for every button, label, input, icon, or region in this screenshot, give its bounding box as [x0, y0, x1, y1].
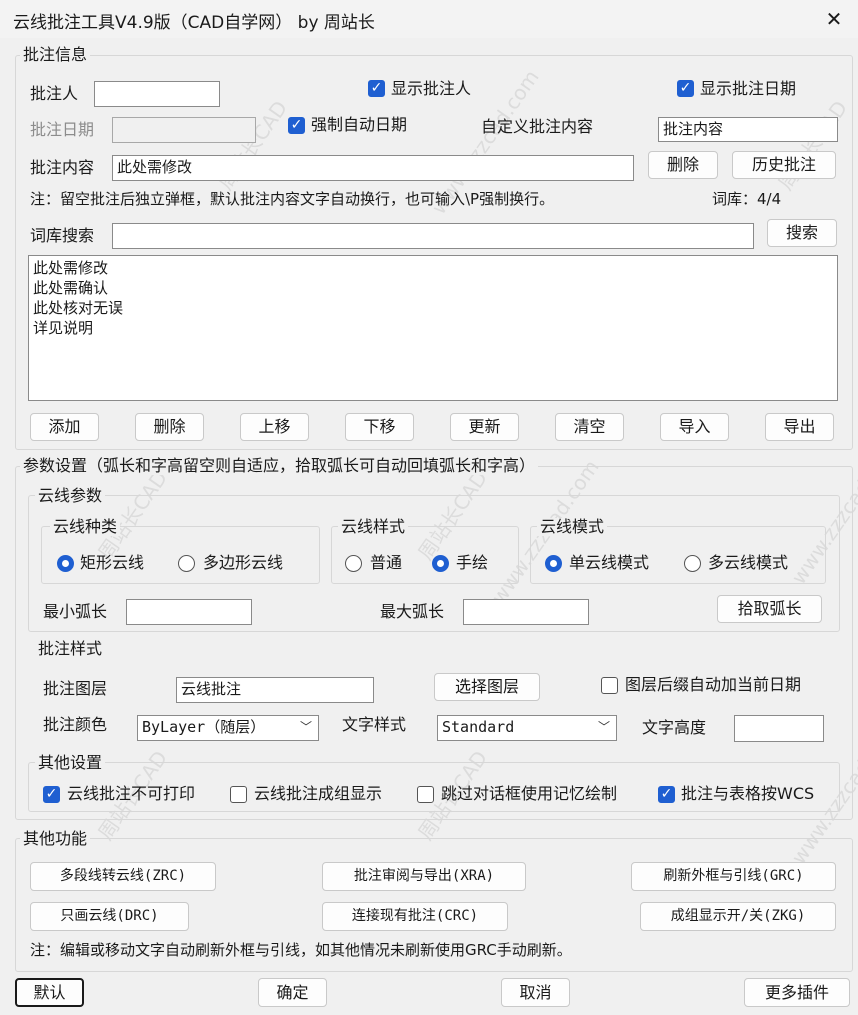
- drc-button[interactable]: 只画云线(DRC): [30, 902, 189, 931]
- search-button[interactable]: 搜索: [767, 219, 837, 247]
- person-label: 批注人: [30, 84, 79, 103]
- clear-button[interactable]: 清空: [555, 413, 624, 441]
- export-button[interactable]: 导出: [765, 413, 834, 441]
- cancel-button[interactable]: 取消: [501, 978, 570, 1007]
- custom-content-label: 自定义批注内容: [481, 117, 594, 136]
- date-input: [112, 117, 256, 143]
- annot-style-label: 批注样式: [35, 640, 106, 658]
- default-button[interactable]: 默认: [15, 978, 84, 1007]
- phrase-listbox[interactable]: 此处需修改 此处需确认 此处核对无误 详见说明: [28, 255, 838, 401]
- move-down-button[interactable]: 下移: [345, 413, 414, 441]
- cloud-params-label: 云线参数: [35, 487, 106, 505]
- group-display-label: 云线批注成组显示: [254, 784, 383, 803]
- show-date-label: 显示批注日期: [700, 79, 797, 98]
- color-select-value: ByLayer（随层）: [142, 718, 266, 736]
- update-button[interactable]: 更新: [450, 413, 519, 441]
- skip-dialog-checkbox[interactable]: [417, 786, 434, 803]
- functions-label: 其他功能: [20, 830, 91, 848]
- content-input[interactable]: 此处需修改: [112, 155, 634, 181]
- polygon-cloud-radio[interactable]: [178, 555, 195, 572]
- color-label: 批注颜色: [43, 715, 108, 734]
- ok-button[interactable]: 确定: [258, 978, 327, 1007]
- min-arc-label: 最小弧长: [43, 602, 108, 621]
- annot-note: 注：留空批注后独立弹框，默认批注内容文字自动换行，也可输入\P强制换行。: [30, 190, 555, 208]
- single-mode-radio[interactable]: [545, 555, 562, 572]
- max-arc-label: 最大弧长: [380, 602, 445, 621]
- custom-content-input[interactable]: 批注内容: [658, 117, 838, 142]
- normal-style-label: 普通: [370, 553, 403, 572]
- skip-dialog-label: 跳过对话框使用记忆绘制: [441, 784, 618, 803]
- single-mode-label: 单云线模式: [569, 553, 650, 572]
- other-settings-label: 其他设置: [35, 754, 106, 772]
- layer-date-checkbox[interactable]: [601, 677, 618, 694]
- force-auto-date-label: 强制自动日期: [311, 115, 408, 134]
- wcs-checkbox[interactable]: [658, 786, 675, 803]
- list-item[interactable]: 此处需修改: [33, 258, 833, 278]
- grc-button[interactable]: 刷新外框与引线(GRC): [631, 862, 836, 891]
- window-title: 云线批注工具V4.9版（CAD自学网） by 周站长: [13, 13, 375, 33]
- crc-button[interactable]: 连接现有批注(CRC): [322, 902, 508, 931]
- multi-mode-radio[interactable]: [684, 555, 701, 572]
- params-label: 参数设置（弧长和字高留空则自适应，拾取弧长可自动回填弧长和字高）: [20, 457, 539, 475]
- multi-mode-label: 多云线模式: [708, 553, 789, 572]
- text-style-label: 文字样式: [342, 715, 407, 734]
- show-person-checkbox[interactable]: [368, 80, 385, 97]
- library-count: 词库：4/4: [712, 190, 782, 208]
- show-person-label: 显示批注人: [391, 79, 472, 98]
- no-print-checkbox[interactable]: [43, 786, 60, 803]
- add-button[interactable]: 添加: [30, 413, 99, 441]
- person-input[interactable]: [94, 81, 220, 107]
- list-item[interactable]: 此处核对无误: [33, 298, 833, 318]
- date-label: 批注日期: [30, 120, 95, 139]
- delete-content-button[interactable]: 删除: [648, 151, 718, 179]
- select-layer-button[interactable]: 选择图层: [434, 673, 540, 701]
- layer-input[interactable]: 云线批注: [176, 677, 374, 703]
- no-print-label: 云线批注不可打印: [67, 784, 196, 803]
- text-height-input[interactable]: [734, 715, 824, 742]
- zkg-button[interactable]: 成组显示开/关(ZKG): [640, 902, 836, 931]
- rect-cloud-radio[interactable]: [57, 555, 74, 572]
- layer-label: 批注图层: [43, 679, 108, 698]
- force-auto-date-checkbox[interactable]: [288, 117, 305, 134]
- history-button[interactable]: 历史批注: [732, 151, 836, 179]
- text-height-label: 文字高度: [642, 718, 707, 737]
- polygon-cloud-label: 多边形云线: [203, 553, 284, 572]
- hand-drawn-label: 手绘: [456, 553, 489, 572]
- chevron-down-icon: ﹀: [299, 720, 312, 734]
- close-icon[interactable]: ✕: [820, 5, 848, 33]
- move-up-button[interactable]: 上移: [240, 413, 309, 441]
- show-date-checkbox[interactable]: [677, 80, 694, 97]
- zrc-button[interactable]: 多段线转云线(ZRC): [30, 862, 216, 891]
- max-arc-input[interactable]: [463, 599, 589, 625]
- search-input[interactable]: [112, 223, 754, 249]
- list-item[interactable]: 详见说明: [33, 318, 833, 338]
- annot-info-label: 批注信息: [20, 46, 91, 64]
- content-label: 批注内容: [30, 158, 95, 177]
- layer-date-label: 图层后缀自动加当前日期: [625, 675, 802, 694]
- list-item[interactable]: 此处需确认: [33, 278, 833, 298]
- text-style-select[interactable]: Standard ﹀: [437, 715, 617, 741]
- xra-button[interactable]: 批注审阅与导出(XRA): [322, 862, 526, 891]
- pick-arc-button[interactable]: 拾取弧长: [717, 595, 822, 623]
- cloud-mode-label: 云线模式: [537, 518, 608, 536]
- text-style-select-value: Standard: [442, 718, 515, 736]
- delete-item-button[interactable]: 删除: [135, 413, 204, 441]
- rect-cloud-label: 矩形云线: [80, 553, 145, 572]
- wcs-label: 批注与表格按WCS: [681, 784, 815, 803]
- functions-note: 注：编辑或移动文字自动刷新外框与引线，如其他情况未刷新使用GRC手动刷新。: [30, 941, 572, 959]
- min-arc-input[interactable]: [126, 599, 252, 625]
- search-label: 词库搜索: [30, 226, 95, 245]
- color-select[interactable]: ByLayer（随层） ﹀: [137, 715, 319, 741]
- import-button[interactable]: 导入: [660, 413, 729, 441]
- chevron-down-icon: ﹀: [597, 720, 610, 734]
- hand-drawn-radio[interactable]: [432, 555, 449, 572]
- cloud-style-label: 云线样式: [338, 518, 409, 536]
- more-plugins-button[interactable]: 更多插件: [744, 978, 850, 1007]
- cloud-type-label: 云线种类: [50, 518, 121, 536]
- group-display-checkbox[interactable]: [230, 786, 247, 803]
- normal-style-radio[interactable]: [345, 555, 362, 572]
